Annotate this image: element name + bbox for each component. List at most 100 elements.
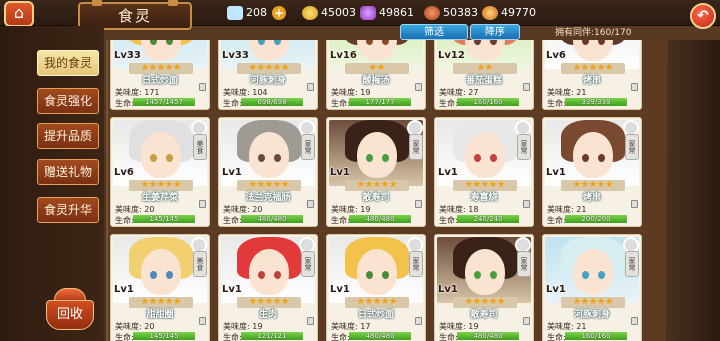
food-soul-card[interactable]: 家常 Lv1 ★★★★★ 日式炒面 美味度: 17 生命: 480/480 bbox=[326, 234, 426, 341]
portrait-face bbox=[249, 249, 289, 295]
food-soul-card[interactable]: 家常 Lv1 ★★★★★ 寿喜烧 美味度: 18 生命: 240/240 bbox=[434, 117, 534, 227]
type-badge: 家常 bbox=[517, 251, 531, 277]
type-badge: 家常 bbox=[517, 134, 531, 160]
lock-icon[interactable] bbox=[199, 83, 206, 91]
level-label: Lv6 bbox=[546, 50, 566, 61]
lock-icon[interactable] bbox=[307, 83, 314, 91]
resource-stew: 49770 bbox=[482, 4, 536, 22]
level-label: Lv1 bbox=[222, 167, 242, 178]
food-soul-name: 河豚刺身 bbox=[249, 76, 286, 86]
hp-label: 生命: bbox=[223, 333, 242, 341]
food-soul-card[interactable]: 美食 Lv1 ★★★★★ 甜甜圈 美味度: 20 生命: 145/145 bbox=[110, 234, 210, 341]
portrait-eye bbox=[366, 154, 373, 162]
top-bar: ⌂ 食灵 208 + 45003 49861 50383 49770 ↶ bbox=[0, 0, 720, 30]
meat-count: 50383 bbox=[443, 6, 478, 19]
lock-icon[interactable] bbox=[415, 83, 422, 91]
portrait-face bbox=[465, 249, 505, 295]
food-soul-card[interactable]: Lv16 ★★ 酸梅汤 美味度: 19 生命: 177/177 bbox=[326, 40, 426, 110]
lock-icon[interactable] bbox=[307, 200, 314, 208]
sidebar-item-upgrade-quality[interactable]: 提升品质 bbox=[37, 123, 99, 149]
level-label: Lv16 bbox=[330, 50, 357, 61]
hp-label: 生命: bbox=[115, 99, 134, 108]
portrait-face bbox=[465, 40, 505, 61]
food-soul-name: 日式炒面 bbox=[357, 310, 394, 320]
food-soul-name: 生肉 bbox=[258, 310, 277, 320]
level-label: Lv1 bbox=[330, 284, 350, 295]
star-rating: ★★ bbox=[345, 63, 409, 74]
home-icon[interactable]: ⌂ bbox=[4, 1, 34, 27]
hp-value: 145/145 bbox=[149, 332, 179, 340]
hp-value: 480/480 bbox=[257, 215, 287, 223]
food-soul-card[interactable]: 家常 Lv1 ★★★★★ 生肉 美味度: 19 生命: 121/121 bbox=[218, 234, 318, 341]
hp-label: 生命: bbox=[223, 216, 242, 225]
food-soul-card[interactable]: Lv33 ★★★★★ 河豚刺身 美味度: 104 生命: 698/698 bbox=[218, 40, 318, 110]
food-soul-card[interactable]: Lv6 ★★★★★ 烤串 美味度: 21 生命: 339/339 bbox=[542, 40, 642, 110]
lock-icon[interactable] bbox=[307, 317, 314, 325]
recycle-label: 回收 bbox=[46, 300, 94, 330]
food-soul-card[interactable]: Lv33 ★★★★★ 日式炒面 美味度: 171 生命: 1457/1457 bbox=[110, 40, 210, 110]
star-rating: ★★★★★ bbox=[129, 297, 193, 308]
sort-desc-button[interactable]: 降序 bbox=[470, 24, 520, 40]
star-rating: ★★★★★ bbox=[237, 297, 301, 308]
star-rating: ★★ bbox=[453, 63, 517, 74]
resource-meat: 50383 bbox=[424, 4, 478, 22]
add-diamond-button[interactable]: + bbox=[272, 6, 286, 20]
star-rating: ★★★★★ bbox=[345, 297, 409, 308]
food-soul-card[interactable]: 家常 Lv1 ★★★★★ 散寿司 美味度: 19 生命: 480/480 bbox=[434, 234, 534, 341]
lock-icon[interactable] bbox=[523, 200, 530, 208]
sidebar-item-gift[interactable]: 赠送礼物 bbox=[37, 159, 99, 185]
food-soul-card[interactable]: 家常 Lv1 ★★★★★ 散寿司 美味度: 19 生命: 480/480 bbox=[326, 117, 426, 227]
level-label: Lv1 bbox=[330, 167, 350, 178]
lock-icon[interactable] bbox=[415, 200, 422, 208]
sidebar-item-my-food-souls[interactable]: 我的食灵 bbox=[37, 50, 99, 76]
level-label: Lv1 bbox=[222, 284, 242, 295]
portrait-face bbox=[573, 132, 613, 178]
portrait-face bbox=[357, 132, 397, 178]
crystal-count: 49861 bbox=[379, 6, 414, 19]
food-soul-card[interactable]: Lv12 ★★ 番茄蛋糕 美味度: 27 生命: 160/160 bbox=[434, 40, 534, 110]
hp-value: 698/698 bbox=[257, 98, 287, 106]
sidebar-item-ascend[interactable]: 食灵升华 bbox=[37, 197, 99, 223]
lock-icon[interactable] bbox=[523, 317, 530, 325]
purple-crystal-icon bbox=[360, 6, 376, 20]
filter-button[interactable]: 筛选 bbox=[400, 24, 468, 40]
hp-value: 177/177 bbox=[365, 98, 395, 106]
type-badge: 家常 bbox=[625, 134, 639, 160]
lock-icon[interactable] bbox=[199, 317, 206, 325]
lock-icon[interactable] bbox=[199, 200, 206, 208]
back-arrow-icon[interactable]: ↶ bbox=[690, 3, 716, 29]
stew-pot-icon bbox=[482, 6, 498, 20]
portrait-face bbox=[141, 40, 181, 61]
portrait-eye bbox=[474, 154, 481, 162]
portrait-eye bbox=[582, 271, 589, 279]
recycle-button[interactable]: 回收 bbox=[44, 288, 96, 332]
lock-icon[interactable] bbox=[631, 317, 638, 325]
lock-icon[interactable] bbox=[415, 317, 422, 325]
star-rating: ★★★★★ bbox=[129, 63, 193, 74]
star-rating: ★★★★★ bbox=[237, 180, 301, 191]
food-soul-screen: ⌂ 食灵 208 + 45003 49861 50383 49770 ↶ 筛选 降… bbox=[0, 0, 720, 341]
food-soul-card[interactable]: 家常 Lv1 ★★★★★ 河豚刺身 美味度: 21 生命: 160/160 bbox=[542, 234, 642, 341]
portrait-eye bbox=[274, 154, 281, 162]
food-soul-name: 日式炒面 bbox=[141, 76, 178, 86]
lock-icon[interactable] bbox=[631, 83, 638, 91]
food-soul-name: 甜甜圈 bbox=[146, 310, 174, 320]
portrait-eye bbox=[166, 271, 173, 279]
scroll-rail[interactable] bbox=[668, 40, 720, 341]
food-soul-card[interactable]: 家常 Lv1 ★★★★★ 烤串 美味度: 21 生命: 200/200 bbox=[542, 117, 642, 227]
hp-label: 生命: bbox=[223, 99, 242, 108]
level-label: Lv6 bbox=[114, 167, 134, 178]
food-soul-card[interactable]: 家常 Lv1 ★★★★★ 法兰克福肠 美味度: 20 生命: 480/480 bbox=[218, 117, 318, 227]
type-badge: 家常 bbox=[301, 251, 315, 277]
hp-value: 160/160 bbox=[581, 332, 611, 340]
sidebar-item-enhance[interactable]: 食灵强化 bbox=[37, 88, 99, 114]
type-badge: 美食 bbox=[193, 251, 207, 277]
portrait-face bbox=[249, 132, 289, 178]
portrait-eye bbox=[474, 271, 481, 279]
food-soul-card[interactable]: 美食 Lv6 ★★★★★ 生姜芹菜 美味度: 20 生命: 145/145 bbox=[110, 117, 210, 227]
portrait-eye bbox=[382, 271, 389, 279]
lock-icon[interactable] bbox=[523, 83, 530, 91]
hp-value: 240/240 bbox=[473, 215, 503, 223]
lock-icon[interactable] bbox=[631, 200, 638, 208]
portrait-eye bbox=[490, 154, 497, 162]
